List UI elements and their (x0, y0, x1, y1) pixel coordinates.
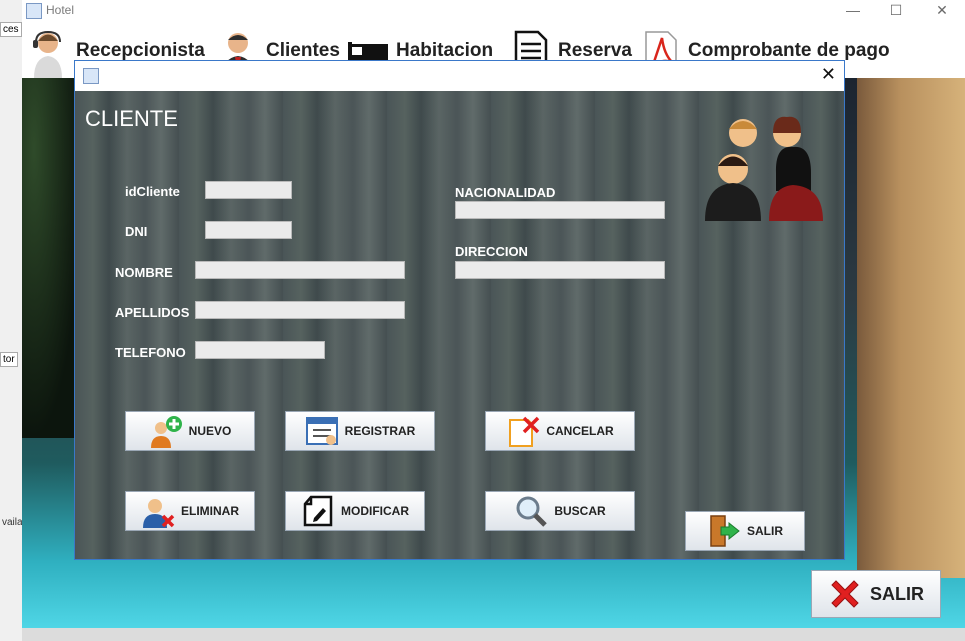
java-app-icon (26, 3, 42, 19)
cancel-document-icon (509, 416, 540, 447)
apellidos-label: APELLIDOS (115, 305, 190, 320)
modificar-button[interactable]: MODIFICAR (285, 491, 425, 531)
dialog-title-bar: ✕ (75, 61, 844, 91)
minimize-button[interactable]: — (833, 0, 873, 20)
main-title-bar: Hotel — ☐ ✕ (22, 0, 965, 20)
form-heading: CLIENTE (85, 106, 178, 131)
buscar-button[interactable]: BUSCAR (485, 491, 635, 531)
main-salir-button[interactable]: SALIR (811, 570, 941, 618)
register-form-icon (305, 417, 338, 445)
java-app-icon (83, 68, 99, 84)
background-tab-fragment: ces (0, 22, 22, 37)
eliminar-button[interactable]: ELIMINAR (125, 491, 255, 531)
dni-field[interactable] (205, 221, 292, 239)
apellidos-field[interactable] (195, 301, 405, 319)
eliminar-label: ELIMINAR (181, 504, 239, 518)
search-icon (516, 496, 548, 527)
close-window-button[interactable]: ✕ (922, 0, 962, 20)
telefono-label: TELEFONO (115, 345, 186, 360)
dialog-salir-button[interactable]: SALIR (685, 511, 805, 551)
background-text-fragment: vaila (2, 517, 23, 528)
exit-door-icon (710, 515, 740, 547)
red-x-icon (831, 580, 859, 608)
idcliente-label: idCliente (125, 184, 180, 199)
hotel-building (857, 78, 965, 578)
dialog-salir-label: SALIR (747, 524, 783, 538)
direccion-label: DIRECCION (455, 244, 528, 259)
cancelar-label: CANCELAR (546, 424, 614, 438)
palm-tree-silhouette (22, 78, 82, 438)
modificar-label: MODIFICAR (341, 504, 409, 518)
registrar-button[interactable]: REGISTRAR (285, 411, 435, 451)
cancelar-button[interactable]: CANCELAR (485, 411, 635, 451)
nacionalidad-field[interactable] (455, 201, 665, 219)
idcliente-field[interactable] (205, 181, 292, 199)
edit-document-icon (303, 495, 333, 527)
bottom-strip (22, 628, 965, 641)
dialog-close-button[interactable]: ✕ (821, 64, 836, 85)
maximize-button[interactable]: ☐ (876, 0, 916, 20)
dni-label: DNI (125, 224, 148, 239)
clients-group-icon (703, 111, 827, 221)
background-window-edge: ces tor vaila (0, 0, 23, 641)
nombre-label: NOMBRE (115, 265, 173, 280)
registrar-label: REGISTRAR (344, 424, 416, 438)
nuevo-label: NUEVO (188, 424, 232, 438)
receptionist-icon (26, 28, 70, 78)
telefono-field[interactable] (195, 341, 325, 359)
nuevo-button[interactable]: NUEVO (125, 411, 255, 451)
window-title: Hotel (46, 3, 75, 17)
remove-user-icon (143, 499, 175, 528)
main-salir-label: SALIR (870, 583, 924, 604)
nacionalidad-label: NACIONALIDAD (455, 185, 556, 200)
direccion-field[interactable] (455, 261, 665, 279)
cliente-dialog: ✕ CLIENTE idCliente DNI NOMBRE APELLIDOS… (74, 60, 845, 560)
nombre-field[interactable] (195, 261, 405, 279)
cliente-form-panel: CLIENTE idCliente DNI NOMBRE APELLIDOS T… (75, 91, 844, 559)
background-label-fragment: tor (0, 352, 18, 367)
buscar-label: BUSCAR (554, 504, 606, 518)
add-user-icon (150, 416, 182, 448)
